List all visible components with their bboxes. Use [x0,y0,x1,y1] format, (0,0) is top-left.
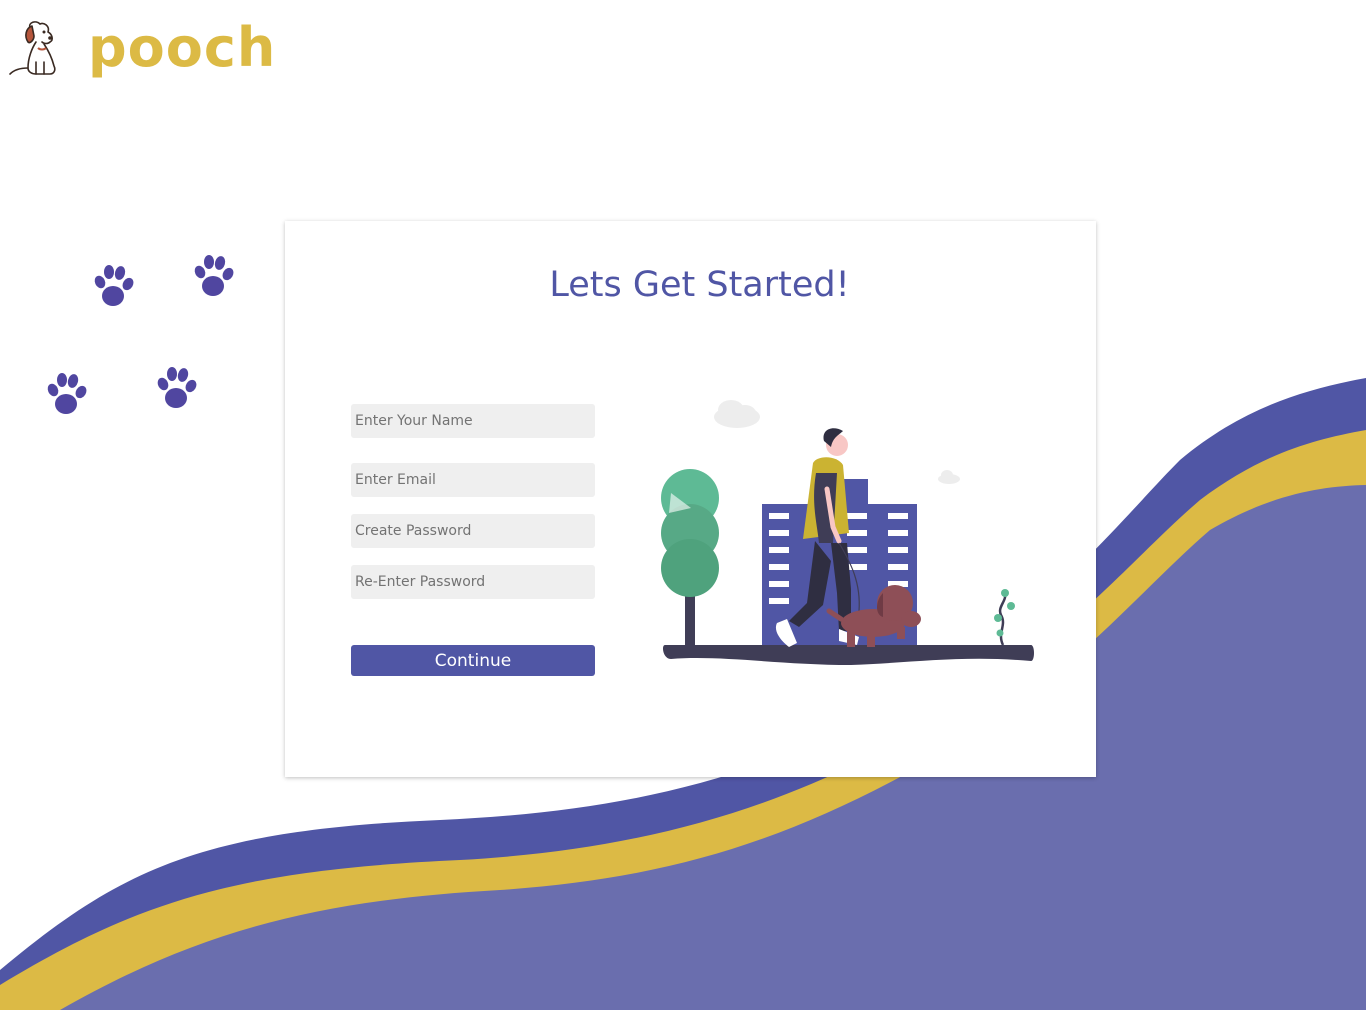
brand-name: pooch [88,16,277,79]
man-walking-dog-illustration [661,400,1034,665]
signup-card: Lets Get Started! Continue [285,221,1096,777]
name-field[interactable] [351,404,595,438]
confirm-password-field[interactable] [351,565,595,599]
email-field[interactable] [351,463,595,497]
page-title: Lets Get Started! [549,265,850,305]
paw-print-icon [47,373,87,414]
paw-print-icon [157,367,197,408]
brand-header[interactable]: pooch [6,18,276,78]
continue-button[interactable]: Continue [351,645,595,676]
paw-print-icon [94,265,134,306]
password-field[interactable] [351,514,595,548]
dog-logo-icon [9,21,56,75]
paw-print-icon [194,255,234,296]
